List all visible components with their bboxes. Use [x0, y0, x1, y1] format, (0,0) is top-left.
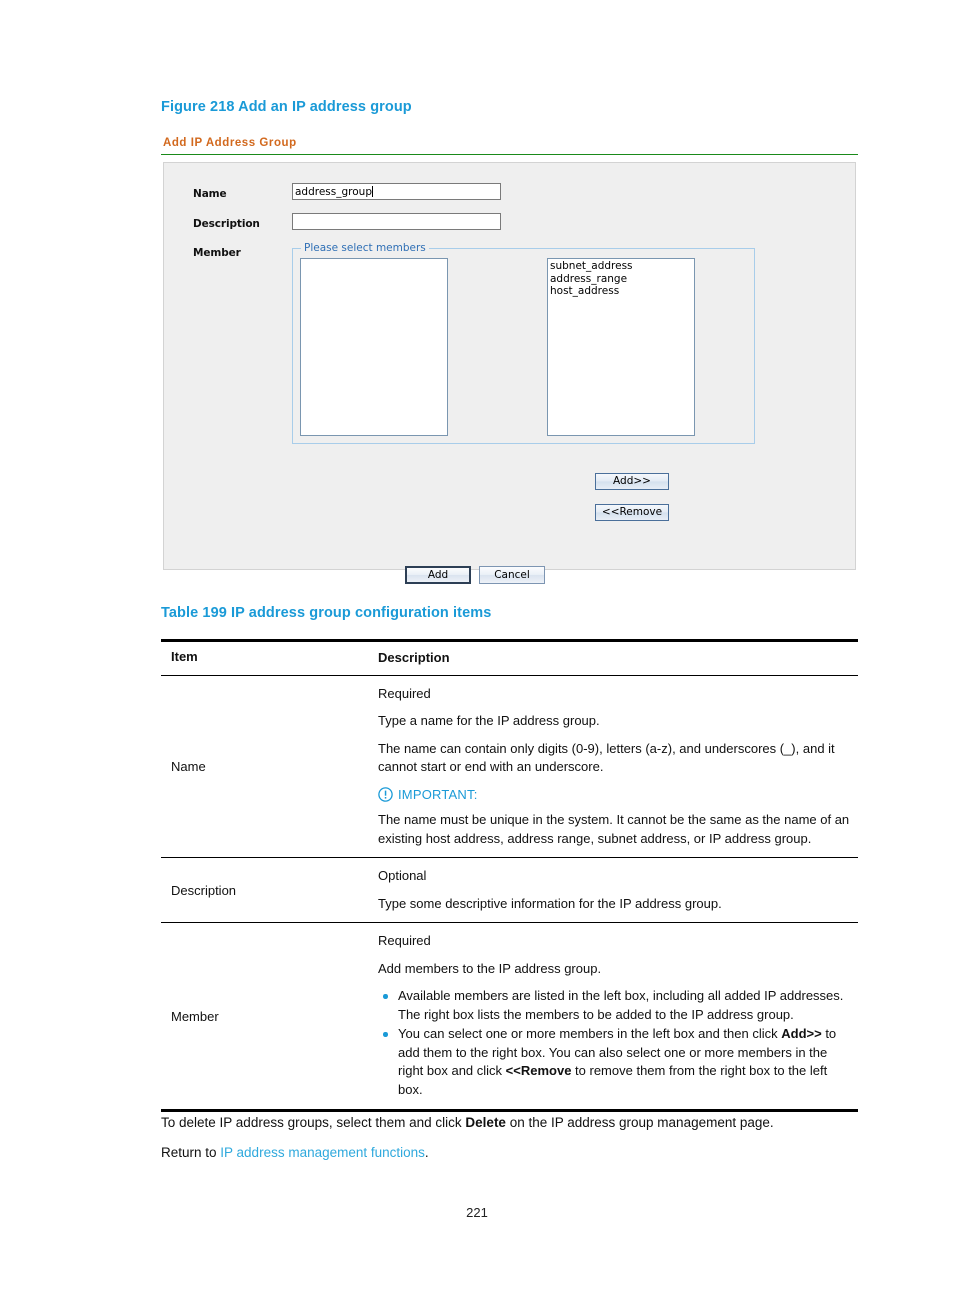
delete-instruction-pre: To delete IP address groups, select them… [161, 1115, 466, 1130]
dialog-body: Name address_group Description Member Pl… [163, 162, 856, 584]
description-input[interactable] [292, 213, 501, 230]
bullet-text: Available members are listed in the left… [398, 988, 844, 1022]
bullet-bold-remove: <<Remove [505, 1063, 572, 1078]
bullet-bold-add: Add>> [781, 1026, 822, 1041]
list-item[interactable]: address_range [550, 273, 692, 286]
delete-bold: Delete [465, 1115, 506, 1130]
paragraph: Type some descriptive information for th… [378, 895, 722, 911]
list-item[interactable]: subnet_address [550, 260, 692, 273]
table-bottom-rule [161, 1109, 858, 1112]
paragraph: The name can contain only digits (0-9), … [378, 740, 835, 775]
name-input-value: address_group [295, 186, 372, 198]
important-label: IMPORTANT: [398, 786, 478, 802]
list-item: Available members are listed in the left… [378, 987, 852, 1024]
row-item-description: Description [171, 882, 237, 898]
table-header-row: Item Description [161, 642, 858, 675]
figure-screenshot: Add IP Address Group Name address_group … [161, 137, 858, 584]
table-caption: Table 199 IP address group configuration… [161, 605, 492, 621]
row-item-member: Member [171, 1008, 219, 1024]
row-item-name: Name [171, 758, 206, 774]
row-description-member: Required Add members to the IP address g… [368, 923, 858, 1109]
available-members-listbox[interactable] [300, 258, 448, 436]
column-header-item: Item [171, 649, 198, 664]
members-fieldset-legend: Please select members [301, 242, 429, 254]
important-callout-header: IMPORTANT: [378, 786, 852, 805]
row-description-name: Required Type a name for the IP address … [368, 676, 858, 858]
return-pre: Return to [161, 1145, 221, 1160]
name-label: Name [193, 188, 227, 200]
configuration-items-table: Item Description Name Required Type a na… [161, 639, 858, 1112]
add-member-button[interactable]: Add>> [595, 473, 669, 490]
members-fieldset: Please select members subnet_address add… [292, 242, 755, 521]
delete-instruction: To delete IP address groups, select them… [161, 1113, 861, 1132]
paragraph: Add members to the IP address group. [378, 960, 602, 976]
dialog-title: Add IP Address Group [163, 137, 297, 149]
cancel-button[interactable]: Cancel [479, 566, 545, 584]
member-label: Member [193, 247, 241, 259]
paragraph: Optional [378, 868, 427, 883]
return-post: . [424, 1145, 429, 1160]
list-item[interactable]: host_address [550, 285, 692, 298]
delete-instruction-post: on the IP address group management page. [505, 1115, 774, 1130]
dialog-header: Add IP Address Group [161, 137, 858, 155]
return-line: Return to IP address management function… [161, 1143, 861, 1162]
selected-members-listbox[interactable]: subnet_address address_range host_addres… [547, 258, 695, 436]
document-page: Figure 218 Add an IP address group Add I… [0, 0, 954, 1296]
list-item: You can select one or more members in th… [378, 1025, 852, 1099]
text-caret [372, 186, 373, 197]
table-row: Description Optional Type some descripti… [161, 858, 858, 922]
paragraph: Required [378, 933, 431, 948]
paragraph: Required [378, 685, 431, 701]
ip-address-management-link[interactable]: IP address management functions [220, 1145, 425, 1160]
name-input[interactable]: address_group [292, 183, 501, 200]
dialog-title-rule [161, 154, 858, 155]
paragraph: Type a name for the IP address group. [378, 713, 600, 728]
table-row: Member Required Add members to the IP ad… [161, 923, 858, 1109]
column-header-description: Description [378, 650, 450, 665]
description-label: Description [193, 218, 260, 230]
submit-button[interactable]: Add [405, 566, 471, 584]
member-bullet-list: Available members are listed in the left… [378, 987, 852, 1099]
page-number: 221 [466, 1205, 488, 1220]
bullet-text-pre: You can select one or more members in th… [398, 1026, 782, 1041]
remove-member-button[interactable]: <<Remove [595, 504, 669, 521]
figure-caption: Figure 218 Add an IP address group [161, 99, 412, 115]
table-row: Name Required Type a name for the IP add… [161, 676, 858, 858]
important-icon [378, 787, 393, 802]
row-description-description: Optional Type some descriptive informati… [368, 858, 858, 922]
important-text: The name must be unique in the system. I… [378, 812, 850, 846]
